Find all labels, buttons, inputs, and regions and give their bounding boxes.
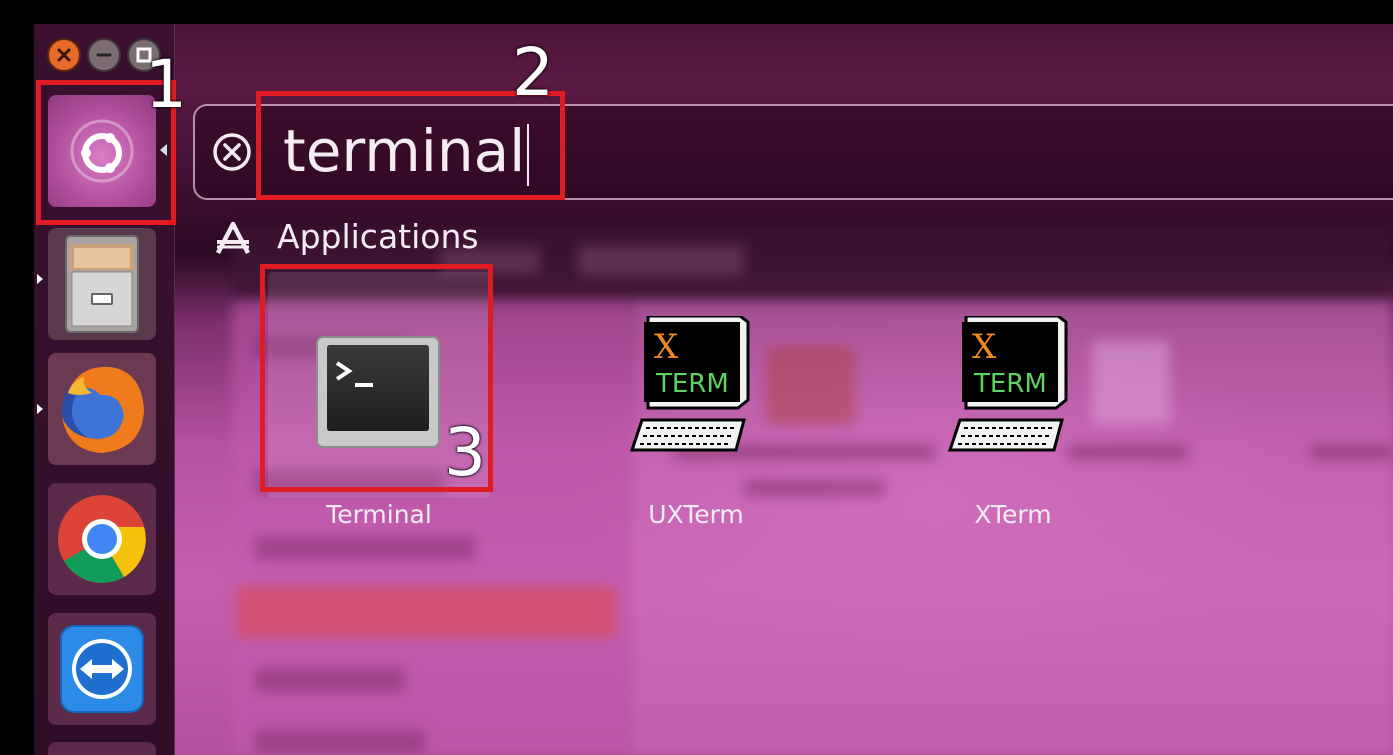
xterm-term-word: TERM [655, 369, 729, 399]
screen-frame-top [0, 0, 1393, 24]
step-number-1: 1 [145, 46, 187, 123]
xterm-icon: X TERM [629, 314, 750, 452]
launcher-item-firefox[interactable] [48, 353, 156, 465]
file-cabinet-icon [65, 235, 139, 333]
applications-lens-icon [214, 221, 252, 255]
teamviewer-icon [60, 625, 144, 713]
firefox-icon [62, 366, 144, 453]
blurred-row [255, 536, 475, 560]
close-button[interactable] [47, 38, 81, 72]
launcher-item-partial[interactable] [48, 742, 156, 755]
result-uxterm[interactable]: X TERM [628, 314, 760, 452]
applications-category-heading: Applications [277, 217, 479, 256]
chrome-icon [58, 495, 146, 583]
running-indicator [37, 274, 43, 284]
step-number-3: 3 [444, 414, 486, 491]
result-label-xterm: XTerm [974, 500, 1052, 529]
blurred-text [745, 480, 885, 496]
running-indicator [37, 404, 43, 414]
blurred-row [255, 668, 405, 692]
result-xterm[interactable]: X TERM [946, 314, 1078, 452]
launcher-item-chrome[interactable] [48, 483, 156, 595]
xterm-term-word: TERM [973, 369, 1047, 399]
xterm-x-letter: X [654, 327, 679, 367]
result-label-uxterm: UXTerm [648, 500, 744, 529]
blurred-text [1068, 444, 1188, 460]
blurred-thumbnail [765, 345, 855, 425]
blurred-selected-row [236, 586, 616, 638]
launcher-item-files[interactable] [48, 228, 156, 340]
xterm-icon: X TERM [947, 314, 1068, 452]
clear-circle-x-icon [213, 133, 251, 171]
blurred-thumbnail [1092, 340, 1170, 424]
result-label-terminal: Terminal [326, 500, 432, 529]
minimize-icon [96, 53, 112, 57]
desktop-screen: terminal Applications Terminal X TERM UX… [0, 0, 1393, 755]
clear-search-button[interactable] [211, 131, 253, 173]
screen-frame-left [0, 0, 34, 755]
xterm-x-letter: X [972, 327, 997, 367]
step-number-2: 2 [512, 34, 554, 111]
launcher-item-teamviewer[interactable] [48, 613, 156, 725]
close-icon [57, 48, 71, 62]
minimize-button[interactable] [87, 38, 121, 72]
blurred-tab [578, 246, 744, 276]
blurred-row [255, 730, 425, 754]
blurred-text [1310, 444, 1393, 460]
